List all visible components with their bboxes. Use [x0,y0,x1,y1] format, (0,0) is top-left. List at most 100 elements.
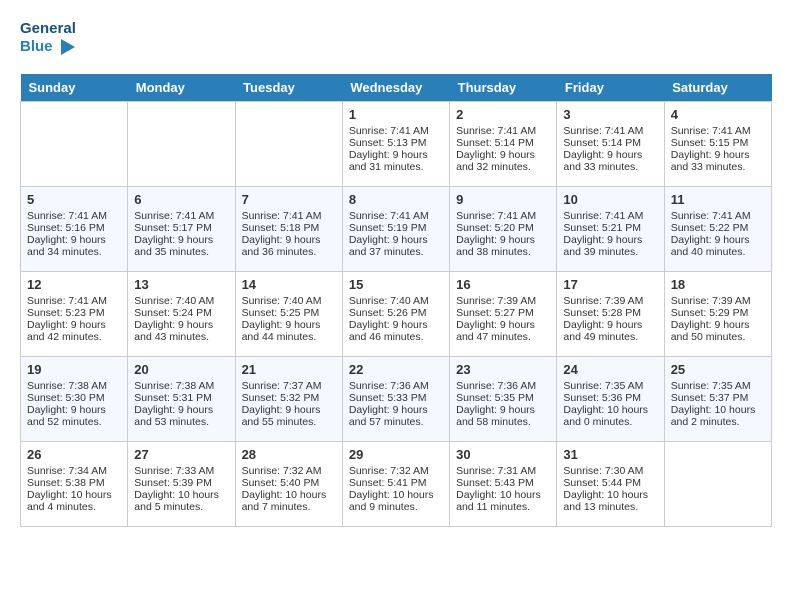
calendar-table: SundayMondayTuesdayWednesdayThursdayFrid… [20,74,772,527]
day-number: 7 [242,192,336,207]
day-info: Sunset: 5:20 PM [456,222,550,234]
day-info: Daylight: 9 hours [456,319,550,331]
day-info: Sunset: 5:13 PM [349,137,443,149]
day-info: Sunrise: 7:41 AM [27,295,121,307]
day-info: and 46 minutes. [349,331,443,343]
day-cell-12: 10Sunrise: 7:41 AMSunset: 5:21 PMDayligh… [557,187,664,272]
day-number: 20 [134,362,228,377]
day-cell-19: 17Sunrise: 7:39 AMSunset: 5:28 PMDayligh… [557,272,664,357]
day-info: Sunrise: 7:34 AM [27,465,121,477]
day-number: 17 [563,277,657,292]
day-info: Daylight: 9 hours [349,319,443,331]
day-info: Sunrise: 7:40 AM [134,295,228,307]
day-info: Sunset: 5:38 PM [27,477,121,489]
day-cell-20: 18Sunrise: 7:39 AMSunset: 5:29 PMDayligh… [664,272,771,357]
day-info: Sunrise: 7:30 AM [563,465,657,477]
day-info: Daylight: 9 hours [563,149,657,161]
day-info: Sunset: 5:17 PM [134,222,228,234]
day-info: Daylight: 10 hours [27,489,121,501]
day-info: Sunrise: 7:37 AM [242,380,336,392]
day-number: 2 [456,107,550,122]
week-row-2: 5Sunrise: 7:41 AMSunset: 5:16 PMDaylight… [21,187,772,272]
day-cell-25: 23Sunrise: 7:36 AMSunset: 5:35 PMDayligh… [450,357,557,442]
day-number: 22 [349,362,443,377]
day-number: 5 [27,192,121,207]
col-header-wednesday: Wednesday [342,74,449,102]
day-info: Sunset: 5:18 PM [242,222,336,234]
day-info: Sunrise: 7:39 AM [456,295,550,307]
day-info: Sunset: 5:33 PM [349,392,443,404]
day-info: Sunrise: 7:41 AM [671,210,765,222]
day-info: Sunrise: 7:40 AM [242,295,336,307]
day-cell-1 [128,102,235,187]
day-info: and 50 minutes. [671,331,765,343]
day-info: Sunrise: 7:41 AM [27,210,121,222]
day-number: 26 [27,447,121,462]
day-info: and 55 minutes. [242,416,336,428]
col-header-tuesday: Tuesday [235,74,342,102]
day-cell-17: 15Sunrise: 7:40 AMSunset: 5:26 PMDayligh… [342,272,449,357]
day-number: 13 [134,277,228,292]
day-cell-11: 9 Sunrise: 7:41 AMSunset: 5:20 PMDaylight… [450,187,557,272]
day-cell-33: 31Sunrise: 7:30 AMSunset: 5:44 PMDayligh… [557,442,664,527]
day-info: and 49 minutes. [563,331,657,343]
day-cell-3: 1Sunrise: 7:41 AMSunset: 5:13 PMDaylight… [342,102,449,187]
day-cell-24: 22Sunrise: 7:36 AMSunset: 5:33 PMDayligh… [342,357,449,442]
day-info: and 2 minutes. [671,416,765,428]
day-cell-18: 16Sunrise: 7:39 AMSunset: 5:27 PMDayligh… [450,272,557,357]
day-info: Sunrise: 7:41 AM [563,210,657,222]
day-info: and 37 minutes. [349,246,443,258]
day-info: Daylight: 9 hours [563,234,657,246]
day-info: Sunrise: 7:31 AM [456,465,550,477]
col-header-monday: Monday [128,74,235,102]
day-cell-26: 24Sunrise: 7:35 AMSunset: 5:36 PMDayligh… [557,357,664,442]
day-number: 16 [456,277,550,292]
day-cell-32: 30Sunrise: 7:31 AMSunset: 5:43 PMDayligh… [450,442,557,527]
day-number: 4 [671,107,765,122]
day-number: 14 [242,277,336,292]
day-info: Sunset: 5:14 PM [563,137,657,149]
day-info: Daylight: 9 hours [563,319,657,331]
day-info: Daylight: 9 hours [456,149,550,161]
day-info: Sunset: 5:39 PM [134,477,228,489]
day-info: Sunset: 5:35 PM [456,392,550,404]
day-info: Sunset: 5:28 PM [563,307,657,319]
day-info: Daylight: 9 hours [27,234,121,246]
col-header-sunday: Sunday [21,74,128,102]
header-row: SundayMondayTuesdayWednesdayThursdayFrid… [21,74,772,102]
day-info: and 34 minutes. [27,246,121,258]
day-cell-34 [664,442,771,527]
day-info: Daylight: 9 hours [456,404,550,416]
day-info: Sunset: 5:19 PM [349,222,443,234]
day-number: 19 [27,362,121,377]
day-info: Sunset: 5:29 PM [671,307,765,319]
day-number: 1 [349,107,443,122]
day-info: Sunrise: 7:36 AM [349,380,443,392]
day-info: Sunset: 5:43 PM [456,477,550,489]
day-info: and 42 minutes. [27,331,121,343]
day-info: Daylight: 9 hours [27,319,121,331]
day-cell-23: 21Sunrise: 7:37 AMSunset: 5:32 PMDayligh… [235,357,342,442]
day-info: and 11 minutes. [456,501,550,513]
day-info: Sunrise: 7:32 AM [349,465,443,477]
day-info: Sunrise: 7:41 AM [456,210,550,222]
day-info: Sunrise: 7:41 AM [242,210,336,222]
day-number: 9 [456,192,550,207]
day-cell-2 [235,102,342,187]
day-number: 11 [671,192,765,207]
day-info: Daylight: 9 hours [456,234,550,246]
day-info: Sunrise: 7:41 AM [349,210,443,222]
day-cell-9: 7Sunrise: 7:41 AMSunset: 5:18 PMDaylight… [235,187,342,272]
day-info: and 35 minutes. [134,246,228,258]
day-info: Sunset: 5:40 PM [242,477,336,489]
day-cell-29: 27Sunrise: 7:33 AMSunset: 5:39 PMDayligh… [128,442,235,527]
day-cell-27: 25Sunrise: 7:35 AMSunset: 5:37 PMDayligh… [664,357,771,442]
day-info: and 58 minutes. [456,416,550,428]
day-number: 18 [671,277,765,292]
day-number: 3 [563,107,657,122]
day-info: Daylight: 9 hours [671,319,765,331]
day-info: Sunset: 5:16 PM [27,222,121,234]
day-cell-5: 3Sunrise: 7:41 AMSunset: 5:14 PMDaylight… [557,102,664,187]
day-info: Daylight: 9 hours [349,149,443,161]
day-number: 30 [456,447,550,462]
